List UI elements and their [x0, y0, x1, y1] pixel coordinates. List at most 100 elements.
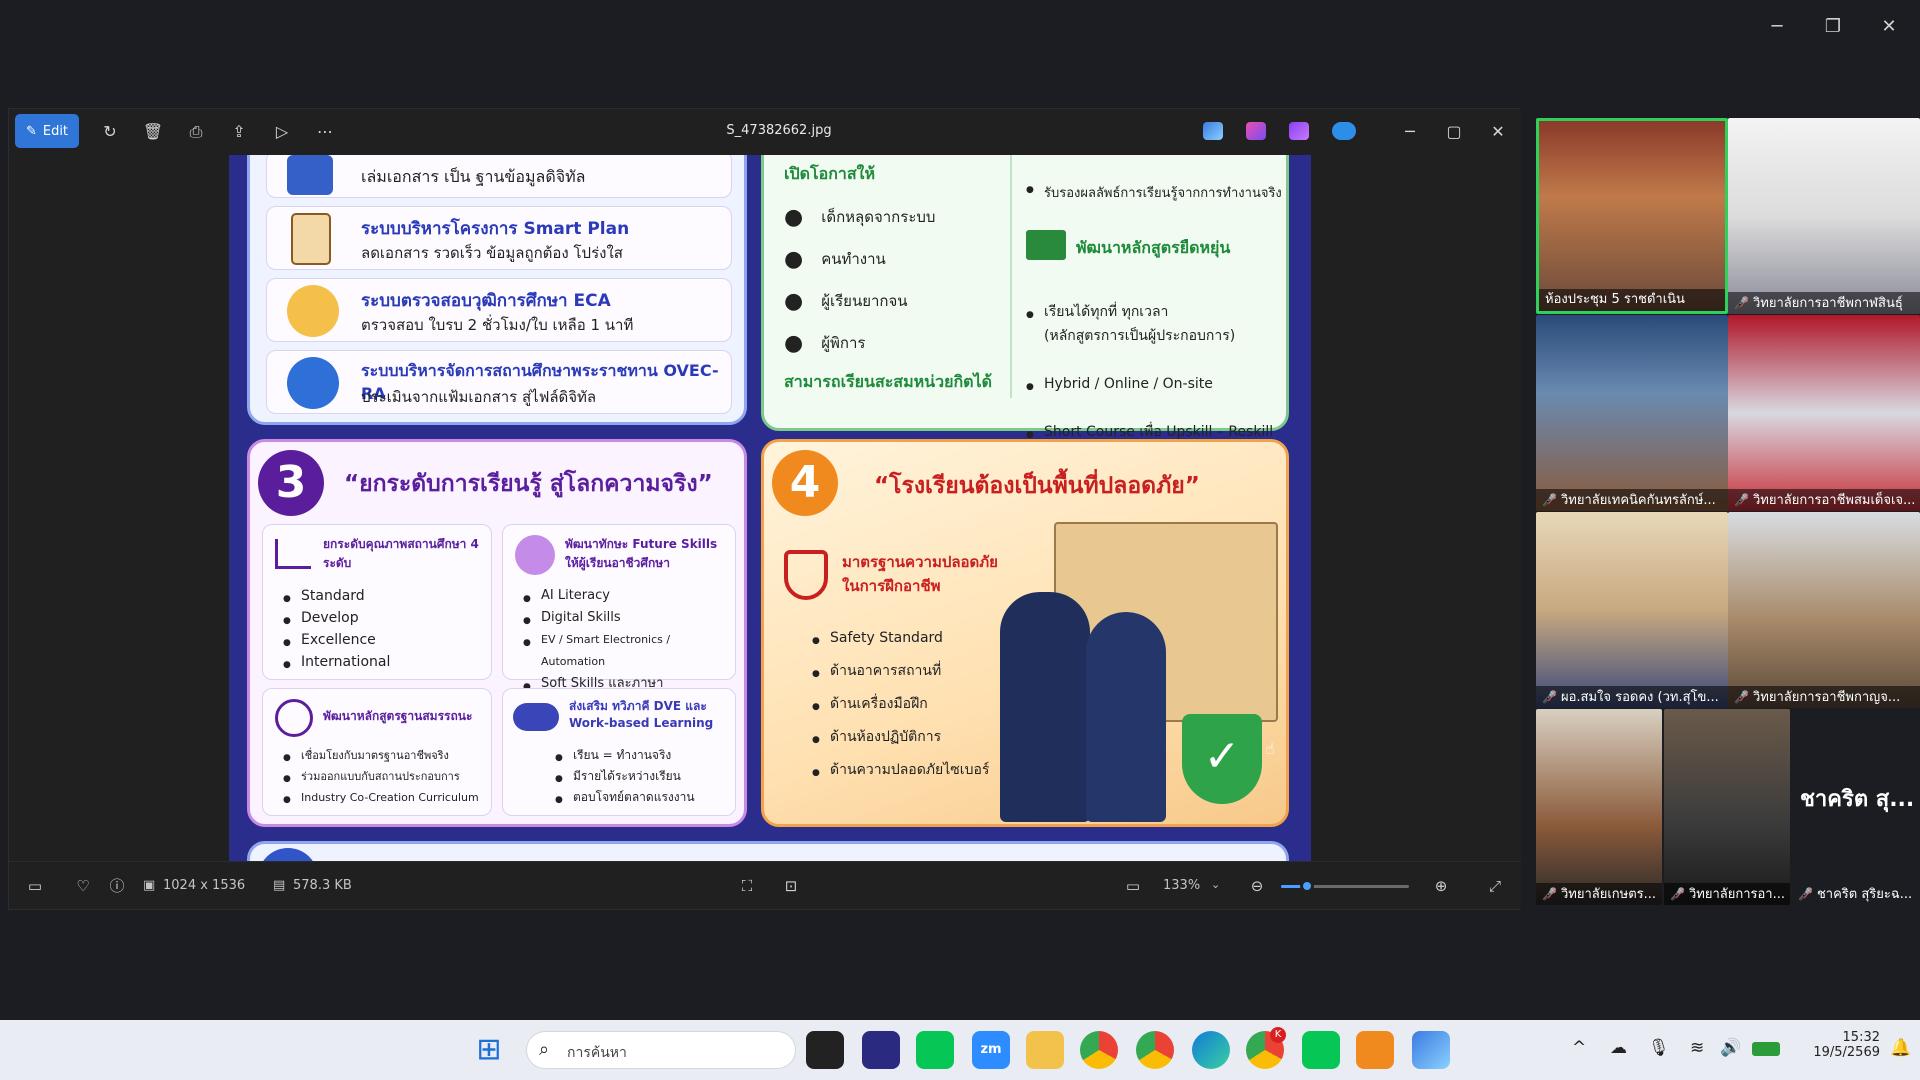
person-label: ผู้เรียนยากจน	[821, 292, 908, 310]
mic-off-icon: 🎤̸	[1734, 690, 1749, 704]
box-list: Standard Develop Excellence Internationa…	[283, 585, 390, 676]
bullet-item: ด้านเครื่องมือฝึก	[812, 688, 989, 724]
person-icon: ●	[784, 246, 804, 272]
person-item: ● ผู้เรียนยากจน	[784, 280, 1004, 322]
onedrive-tray-icon[interactable]: ☁	[1610, 1038, 1627, 1058]
rotate-icon[interactable]: ↻	[93, 116, 127, 148]
mic-off-icon: 🎤̸	[1798, 887, 1813, 901]
section4-title: “โรงเรียนต้องเป็นพื้นที่ปลอดภัย”	[874, 473, 1200, 499]
bullet-item: Standard	[283, 585, 390, 610]
participant-tile[interactable]: 🎤̸ วิทยาลัยเทคนิคกันทรลักษ์...	[1536, 315, 1728, 511]
photos-app-icon[interactable]	[1412, 1031, 1450, 1069]
photo-viewer-window: ✎ Edit ↻ 🗑 ⎙ ⇪ ▷ ⋯ S_47382662.jpg ─ ▢ ✕ …	[8, 108, 1521, 910]
widgets-app-icon[interactable]	[862, 1031, 900, 1069]
line-app-icon-2[interactable]	[1302, 1031, 1340, 1069]
search-icon: ⌕	[539, 1039, 550, 1060]
viewer-minimize-icon[interactable]: ─	[1393, 116, 1427, 148]
mic-tray-icon[interactable]: 🎙	[1648, 1038, 1670, 1058]
favorite-icon[interactable]: ♡	[71, 874, 95, 898]
filmstrip-icon[interactable]: ▭	[23, 874, 47, 898]
participant-tile[interactable]: 🎤̸ วิทยาลัยการอา...	[1664, 709, 1790, 905]
fullscreen-icon[interactable]: ⤢	[1483, 874, 1507, 898]
clock[interactable]: 15:32 19/5/2569	[1800, 1030, 1880, 1060]
share-icon[interactable]: ⇪	[222, 116, 256, 148]
scan-icon[interactable]: ⛶	[735, 874, 759, 898]
edit-button[interactable]: ✎ Edit	[15, 114, 79, 148]
card-subtitle: เล่มเอกสาร เป็น ฐานข้อมูลดิจิทัล	[361, 167, 586, 186]
task-view-icon[interactable]	[806, 1031, 844, 1069]
minimize-icon[interactable]: ─	[1762, 14, 1792, 40]
close-icon[interactable]: ✕	[1874, 14, 1904, 40]
file-explorer-icon[interactable]	[1026, 1031, 1064, 1069]
viewer-maximize-icon[interactable]: ▢	[1437, 116, 1471, 148]
create-app-icon[interactable]	[1289, 122, 1309, 140]
wifi-icon[interactable]: ≋	[1690, 1038, 1704, 1058]
zoom-level[interactable]: 133%	[1163, 878, 1200, 893]
infographic-image: เล่มเอกสาร เป็น ฐานข้อมูลดิจิทัล ระบบบริ…	[229, 155, 1311, 861]
bullet-item: ด้านห้องปฏิบัติการ	[812, 721, 989, 757]
taskbar-search[interactable]: ⌕ การค้นหา	[526, 1031, 796, 1069]
delete-icon[interactable]: 🗑	[136, 116, 170, 148]
pdf-app-icon[interactable]	[1356, 1031, 1394, 1069]
tray-chevron-icon[interactable]: ^	[1572, 1038, 1586, 1058]
chrome-k-icon[interactable]: K	[1246, 1027, 1286, 1069]
participant-tile[interactable]: 🎤̸ ผอ.สมใจ รอดคง (วท.สุโข...	[1536, 512, 1728, 708]
slideshow-icon[interactable]: ▷	[265, 116, 299, 148]
bullet-item: Excellence	[283, 629, 390, 654]
section3-box: พัฒนาหลักสูตรฐานสมรรถนะ เชื่อมโยงกับมาตร…	[262, 688, 492, 816]
chrome-profile-icon[interactable]	[1136, 1031, 1174, 1069]
participant-name: 🎤̸ วิทยาลัยการอาชีพสมเด็จเจ...	[1728, 489, 1920, 511]
bullet-item: เรียนได้ทุกที่ ทุกเวลา (หลักสูตรการเป็นผ…	[1026, 300, 1276, 348]
mic-off-icon: 🎤̸	[1542, 887, 1557, 901]
participant-tile[interactable]: 🎤̸ วิทยาลัยการอาชีพกาญจ...	[1728, 512, 1920, 708]
participant-tile[interactable]: 🎤̸ วิทยาลัยเกษตร...	[1536, 709, 1662, 905]
fit-icon[interactable]: ▭	[1121, 874, 1145, 898]
zoom-out-icon[interactable]: ⊖	[1245, 874, 1269, 898]
person-label: คนทำงาน	[821, 250, 886, 268]
clipchamp-icon[interactable]	[1246, 122, 1266, 140]
chrome-icon[interactable]	[1080, 1031, 1118, 1069]
zoom-dropdown-icon[interactable]: ⌄	[1211, 878, 1220, 891]
opportunity-heading: เปิดโอกาสให้	[784, 164, 876, 183]
hand-cursor-icon: ☝	[1265, 739, 1275, 758]
bullet-item: Safety Standard	[812, 622, 989, 658]
designer-app-icon[interactable]	[1203, 122, 1223, 140]
ocr-icon[interactable]: ⊡	[779, 874, 803, 898]
participant-tile[interactable]: 🎤̸ วิทยาลัยการอาชีพกาฬสินธุ์	[1728, 118, 1920, 314]
participant-name: 🎤̸ ผอ.สมใจ รอดคง (วท.สุโข...	[1536, 686, 1728, 708]
start-icon[interactable]: ⊞	[470, 1031, 508, 1069]
line-app-icon[interactable]	[916, 1031, 954, 1069]
image-canvas[interactable]: เล่มเอกสาร เป็น ฐานข้อมูลดิจิทัล ระบบบริ…	[9, 155, 1521, 861]
edit-label: Edit	[42, 123, 69, 139]
volume-icon[interactable]: 🔊	[1720, 1038, 1741, 1058]
more-icon[interactable]: ⋯	[308, 116, 342, 148]
bullet-item: EV / Smart Electronics / Automation	[523, 629, 735, 673]
section2-card: ระบบตรวจสอบวุฒิการศึกษา ECA ตรวจสอบ ใบรบ…	[266, 278, 732, 342]
viewer-close-icon[interactable]: ✕	[1481, 116, 1515, 148]
participant-tile[interactable]: ชาคริต สุ... 🎤̸ ชาคริต สุริยะฉ...	[1792, 709, 1918, 905]
edge-icon[interactable]	[1192, 1031, 1230, 1069]
participant-tile[interactable]: ห้องประชุม 5 ราชดำเนิน	[1536, 118, 1728, 314]
box-title: พัฒนาทักษะ Future Skills ให้ผู้เรียนอาชี…	[565, 537, 718, 570]
onedrive-icon[interactable]	[1332, 122, 1356, 140]
battery-icon[interactable]	[1752, 1042, 1780, 1056]
clock-time: 15:32	[1842, 1030, 1880, 1045]
print-icon[interactable]: ⎙	[179, 116, 213, 148]
zoom-slider-thumb[interactable]	[1299, 879, 1314, 893]
participant-tile[interactable]: 🎤̸ วิทยาลัยการอาชีพสมเด็จเจ...	[1728, 315, 1920, 511]
bullet-item: Develop	[283, 607, 390, 632]
clipboard-icon	[291, 213, 331, 265]
restore-icon[interactable]: ❐	[1818, 14, 1848, 40]
edit-icon: ✎	[25, 123, 37, 139]
info-icon[interactable]: ⓘ	[105, 874, 129, 898]
notification-icon[interactable]: 🔔	[1890, 1038, 1911, 1058]
brain-icon	[515, 535, 555, 575]
bullet-item: ด้านอาคารสถานที่	[812, 655, 989, 691]
image-dimensions: 1024 x 1536	[163, 878, 246, 893]
student-male-illustration	[1000, 592, 1090, 822]
person-label: ผู้พิการ	[821, 334, 866, 352]
zoom-in-icon[interactable]: ⊕	[1429, 874, 1453, 898]
person-icon: ●	[784, 330, 804, 356]
zoom-slider[interactable]	[1281, 879, 1409, 893]
zoom-app-icon[interactable]: zm	[972, 1031, 1010, 1069]
